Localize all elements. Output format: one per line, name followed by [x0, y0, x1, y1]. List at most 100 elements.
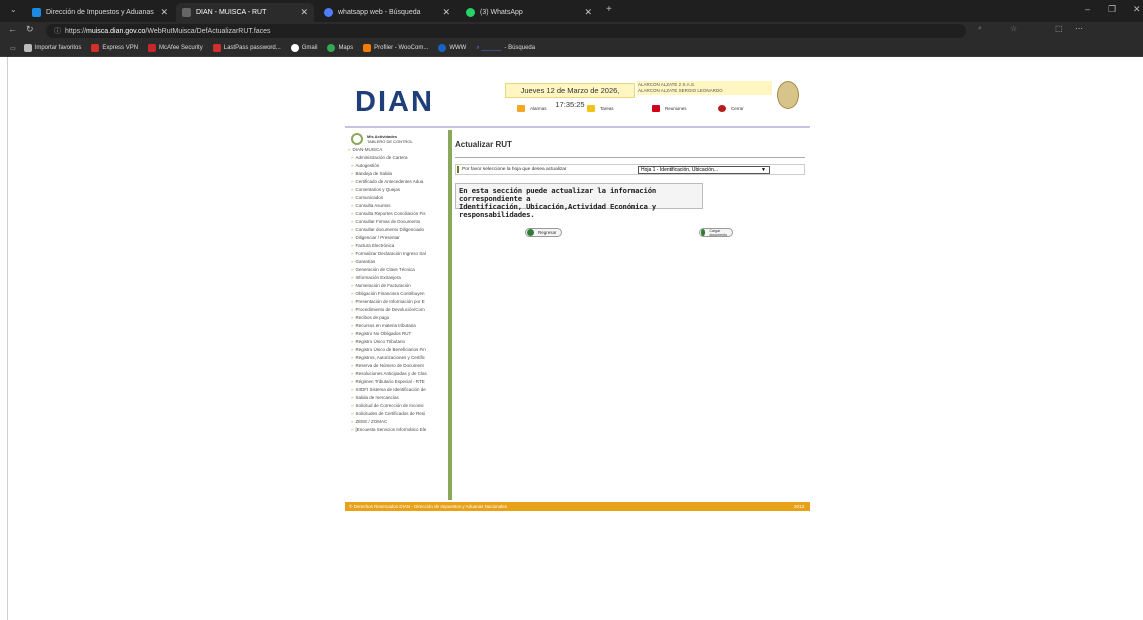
tab-dian-muisca-rut[interactable]: DIAN - MUISCA - RUT ✕ [176, 3, 314, 22]
close-tab-icon[interactable]: ✕ [300, 7, 308, 18]
sidebar-item[interactable]: Régimen Tributario Especial - RTE [347, 378, 447, 386]
link-label: Cerrar [731, 106, 744, 111]
restore-icon[interactable]: ❐ [1108, 4, 1116, 15]
alarmas-link[interactable]: Alarmas [517, 105, 547, 112]
site-footer: © Derechos Reservados DIAN - Dirección d… [345, 502, 810, 511]
sidebar-item[interactable]: Salida de mercancías [347, 394, 447, 402]
link-label: Tareas [600, 106, 614, 111]
bookmark-busqueda[interactable]: ⌕ ______ - Búsqueda [476, 45, 535, 52]
favorite-star-icon[interactable]: ☆ [1010, 24, 1017, 33]
back-icon[interactable]: ← [8, 24, 17, 34]
link-label: Reuniones [665, 106, 687, 111]
bookmark-import[interactable]: Importar favoritos [23, 44, 81, 52]
tab-dian-aduanas[interactable]: Dirección de Impuestos y Aduanas ✕ [26, 3, 174, 22]
sidebar-item[interactable]: Procedimiento de Devolución/Com [347, 306, 447, 314]
sidebar-item[interactable]: Autogestión [347, 162, 447, 170]
sidebar-item[interactable]: Resoluciones Anticipadas y de Clas [347, 370, 447, 378]
tab-list-icon[interactable]: ⌄ [10, 5, 17, 14]
collections-icon[interactable]: ⬚ [1055, 24, 1063, 33]
zoom-icon[interactable]: ⌕ [978, 25, 982, 33]
sidebar-item[interactable]: Recursos en materia tributaria [347, 322, 447, 330]
link-label: Alarmas [530, 106, 547, 111]
sidebar-item[interactable]: Consultar documento Diligenciado [347, 226, 447, 234]
reuniones-link[interactable]: Reuniones [652, 105, 687, 112]
bookmark-expressvpn[interactable]: Express VPN [91, 44, 138, 52]
regresar-button[interactable]: Regresar [525, 228, 562, 237]
search-favicon-icon [324, 8, 333, 17]
menu-dots-icon[interactable]: ⋯ [1075, 24, 1083, 33]
sidebar-item[interactable]: Solicitud de Corrección de Inconsi [347, 402, 447, 410]
sheet-select[interactable]: Hoja 1 - Identificación, Ubicación... ▼ [638, 166, 770, 174]
load-arrow-icon [701, 229, 706, 236]
sidebar-item[interactable]: Certificado de Antecedentes Adua [347, 178, 447, 186]
sidebar-item[interactable]: Formalizar Declaración Ingreso Sal [347, 250, 447, 258]
bookmark-label: LastPass password... [223, 45, 281, 51]
sidebar-item[interactable]: Solicitudes de Certificados de Resi [347, 410, 447, 418]
footer-year: 2013 [793, 504, 804, 509]
sidebar-divider[interactable] [448, 130, 452, 500]
search-icon: ⌕ ______ [476, 44, 502, 51]
activities-sidebar: Mis Actividades TABLERO DE CONTROL DIAN-… [345, 130, 448, 500]
folder-icon [23, 44, 32, 52]
bookmark-label: Profiler - WooCom... [374, 45, 429, 51]
sidebar-item[interactable]: Obligación Financiera Contribuyen [347, 290, 447, 298]
sidebar-item[interactable]: Registros, Autorizaciones y Certific [347, 354, 447, 362]
current-date: Jueves 12 de Marzo de 2026, 17:35:25 [505, 83, 635, 109]
whatsapp-favicon-icon [466, 8, 475, 17]
chevron-down-icon: ▼ [761, 167, 766, 173]
sidebar-item[interactable]: Consulta Asuntos [347, 202, 447, 210]
sidebar-item[interactable]: Comentarios y Quejas [347, 186, 447, 194]
sidebar-item[interactable]: Información Extranjera [347, 274, 447, 282]
bookmark-maps[interactable]: Maps [327, 44, 353, 52]
button-label: Cargar documento [709, 228, 728, 237]
bookmark-mcafee[interactable]: McAfee Security [148, 44, 203, 52]
sidebar-item[interactable]: Garantías [347, 258, 447, 266]
close-tab-icon[interactable]: ✕ [160, 7, 168, 18]
bookmark-www[interactable]: WWW [438, 44, 466, 52]
close-window-icon[interactable]: ✕ [1133, 4, 1141, 15]
tab-whatsapp[interactable]: (3) WhatsApp ✕ [460, 3, 598, 22]
bookmark-gmail[interactable]: Gmail [290, 44, 317, 52]
sheet-select-row: Por favor seleccione la hoja que desea a… [455, 164, 805, 175]
close-tab-icon[interactable]: ✕ [442, 7, 450, 18]
sidebar-item[interactable]: Consultar Firmas de Documento [347, 218, 447, 226]
sidebar-item[interactable]: Recibos de pago [347, 314, 447, 322]
sidebar-item[interactable]: Consulta Reportes Conciliación Fis [347, 210, 447, 218]
page-favicon-icon [182, 8, 191, 17]
url-path: /WebRutMuisca/DefActualizarRUT.faces [145, 27, 271, 35]
url-field[interactable]: ⓘ https://muisca.dian.gov.co/WebRutMuisc… [46, 24, 966, 38]
sidebar-item[interactable]: Reserva de Número de Document [347, 362, 447, 370]
sidebar-item[interactable]: Bandeja de Salida [347, 170, 447, 178]
dian-favicon-icon [32, 8, 41, 17]
cargar-documento-button[interactable]: Cargar documento [699, 228, 733, 237]
new-tab-icon[interactable]: + [606, 4, 612, 15]
menu-root[interactable]: DIAN-MUISCA [347, 146, 447, 154]
bookmarks-icon[interactable]: ▭ [10, 45, 16, 52]
sidebar-item[interactable]: Registro No Obligados RUT [347, 330, 447, 338]
sidebar-item[interactable]: Presentación de Información por E [347, 298, 447, 306]
tasks-icon [587, 105, 595, 112]
sidebar-item[interactable]: Registro Único Tributario [347, 338, 447, 346]
sidebar-item[interactable]: Registro Único de Beneficiarios Fin [347, 346, 447, 354]
copyright-text: © Derechos Reservados DIAN - Dirección d… [349, 504, 507, 509]
cerrar-link[interactable]: Cerrar [718, 105, 744, 112]
sidebar-item[interactable]: Factura Electrónica [347, 242, 447, 250]
sidebar-item[interactable]: [Encuesta Servicios Informático Ele [347, 426, 447, 434]
sidebar-item[interactable]: Generación de Clave Técnica [347, 266, 447, 274]
tareas-link[interactable]: Tareas [587, 105, 614, 112]
sidebar-item[interactable]: ZEEE / ZOMAC [347, 418, 447, 426]
sidebar-item[interactable]: Administración de Cartera [347, 154, 447, 162]
refresh-icon[interactable]: ↻ [26, 24, 34, 35]
bookmark-profiler[interactable]: Profiler - WooCom... [363, 44, 428, 52]
bookmark-lastpass[interactable]: LastPass password... [212, 44, 281, 52]
sidebar-item[interactable]: Comunicados [347, 194, 447, 202]
sidebar-item[interactable]: Diligenciar / Presentar [347, 234, 447, 242]
sidebar-item[interactable]: Numeración de Facturación [347, 282, 447, 290]
back-arrow-icon [527, 229, 534, 236]
sidebar-header: Mis Actividades TABLERO DE CONTROL [351, 132, 447, 146]
tab-whatsapp-search[interactable]: whatsapp web - Búsqueda ✕ [318, 3, 456, 22]
tab-label: Dirección de Impuestos y Aduanas [46, 9, 154, 16]
close-tab-icon[interactable]: ✕ [584, 7, 592, 18]
minimize-icon[interactable]: – [1085, 4, 1090, 14]
sidebar-item[interactable]: SIIDFI Sistema de Identificación de [347, 386, 447, 394]
